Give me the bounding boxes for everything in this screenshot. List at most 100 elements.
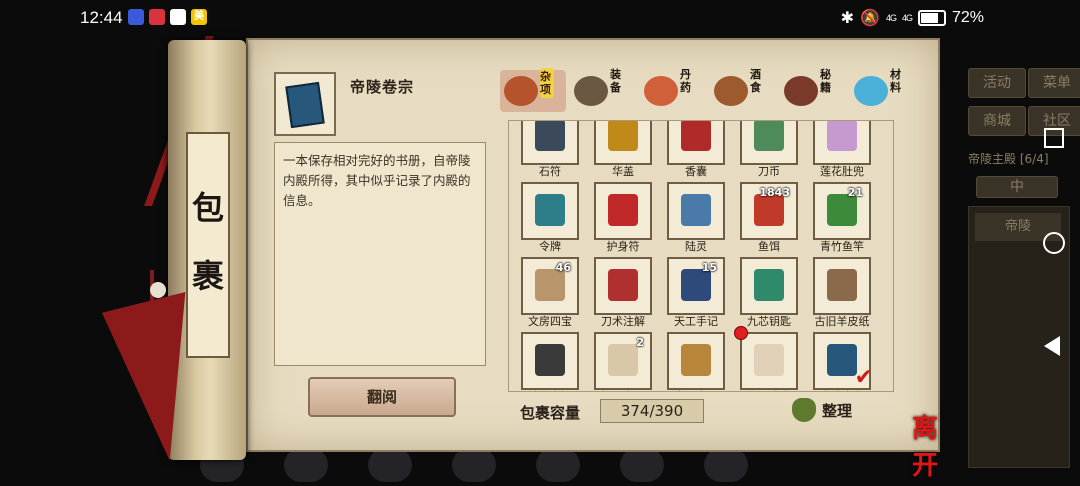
item-name: 古旧羊皮纸 (814, 315, 870, 328)
sort-label: 整理 (822, 402, 853, 420)
system-indicators: ✱ 🔕 4G 4G 72% (841, 8, 984, 28)
item-slot[interactable]: 发霉书页 (667, 332, 725, 391)
bluetooth-icon: ✱ (840, 10, 855, 27)
item-slot-frame: 46 (521, 257, 579, 315)
item-slot[interactable]: 护身符 (594, 182, 652, 253)
bg-menu-icon (620, 448, 664, 482)
pot-icon (504, 76, 538, 106)
item-slot[interactable]: 神秘金泥 (521, 332, 579, 391)
item-count: 21 (847, 186, 863, 199)
tab-wine-jar[interactable]: 酒食 (710, 68, 776, 112)
notification-icons: 美 (128, 9, 207, 25)
blades-icon (681, 194, 711, 226)
item-slot[interactable]: ✔帝陵卷宗 (813, 332, 873, 391)
item-slot[interactable]: 莲花肚兜 (813, 121, 871, 178)
tab-book-stack[interactable]: 秘籍 (780, 68, 846, 112)
item-slot[interactable]: 书页残章 (734, 326, 798, 391)
item-slot[interactable]: 2拓印书页 (594, 332, 652, 391)
item-name: 文房四宝 (528, 315, 572, 328)
selected-item-name: 帝陵卷宗 (350, 78, 415, 96)
item-slot[interactable]: 21 青竹鱼竿 (813, 182, 871, 253)
tab-pill[interactable]: 丹药 (640, 68, 706, 112)
menu-button: 菜单 (1028, 68, 1080, 98)
item-slot-frame (521, 182, 579, 240)
leave-button[interactable]: 离开 (912, 408, 958, 481)
mute-icon: 🔕 (860, 10, 880, 27)
item-slot[interactable]: 华盖 (594, 121, 652, 178)
bg-menu-icon (452, 448, 496, 482)
item-name: 鱼饵 (758, 240, 780, 253)
blade-manual-icon (608, 269, 638, 301)
item-slot-frame (813, 257, 871, 315)
home-button[interactable] (1043, 232, 1065, 254)
item-name: 莲花肚兜 (820, 165, 864, 178)
item-slot-frame (740, 257, 798, 315)
item-slot[interactable]: 46 文房四宝 (521, 257, 579, 328)
item-slot-frame: ✔ (813, 332, 873, 390)
key-icon (754, 269, 784, 301)
item-name: 刀币 (758, 165, 780, 178)
capacity-value: 374/390 (600, 399, 704, 423)
back-button[interactable] (1044, 336, 1060, 356)
item-name: 帝陵卷宗 (805, 388, 879, 391)
recent-apps-button[interactable] (1044, 128, 1064, 148)
activity-button: 活动 (968, 68, 1026, 98)
item-slot[interactable]: 九芯钥匙 (740, 257, 798, 328)
item-name: 书页残章 (732, 388, 806, 391)
selected-item-frame (274, 72, 336, 136)
item-slot-frame (594, 182, 652, 240)
tab-label: 材料 (890, 68, 901, 94)
scroll-title: 包裹 (188, 174, 228, 310)
background-hud: 活动 菜单 商城 社区 帝陵主殿 [6/4] 中 帝陵 (940, 60, 1080, 480)
item-slot[interactable]: 陆灵 (667, 182, 725, 253)
tab-weapon[interactable]: 装备 (570, 68, 636, 112)
item-grid-scroll[interactable]: 石符 华盖 香囊 刀币 莲花肚兜令牌 护身符 陆灵 1843 鱼饵 21 青竹鱼竿 46 文房四宝 刀术注… (508, 120, 894, 392)
read-button[interactable]: 翻阅 (308, 377, 456, 417)
wechat-icon (170, 9, 186, 25)
item-slot[interactable]: 1843 鱼饵 (740, 182, 798, 253)
signal-1-icon: 4G (885, 13, 897, 23)
money-bag-icon (792, 398, 816, 422)
selected-check-icon: ✔ (854, 365, 873, 390)
rubbing-page-icon (608, 344, 638, 376)
item-name: 华盖 (612, 165, 634, 178)
baidu-icon (128, 9, 144, 25)
token-icon (535, 194, 565, 226)
jade-bead (150, 282, 166, 298)
item-slot[interactable]: 古旧羊皮纸 (813, 257, 871, 328)
tab-label: 装备 (610, 68, 621, 94)
item-slot[interactable]: 令牌 (521, 182, 579, 253)
book-stack-icon (784, 76, 818, 106)
item-count: 1843 (759, 186, 790, 199)
clock: 12:44 (80, 8, 123, 27)
item-slot[interactable]: 石符 (521, 121, 579, 178)
capacity-label: 包裹容量 (520, 404, 581, 422)
scroll-title-char: 裹 (191, 257, 224, 295)
tab-label: 丹药 (680, 68, 691, 94)
item-slot[interactable]: 刀币 (740, 121, 798, 178)
status-bar: 12:44 美 ✱ 🔕 4G 4G 72% (0, 0, 1080, 34)
item-name: 神秘金泥 (513, 388, 587, 391)
item-slot-frame: 15 (667, 257, 725, 315)
item-slot-frame (813, 121, 871, 165)
imperial-scroll-icon (827, 344, 857, 376)
bg-menu-icon (368, 448, 412, 482)
canopy-icon (608, 121, 638, 151)
item-slot[interactable]: 香囊 (667, 121, 725, 178)
item-slot[interactable]: 15 天工手记 (667, 257, 725, 328)
amulet-icon (608, 194, 638, 226)
item-slot[interactable]: 刀术注解 (594, 257, 652, 328)
item-slot-frame (667, 182, 725, 240)
item-slot-frame (594, 257, 652, 315)
bg-menu-icon (284, 448, 328, 482)
gold-mud-icon (535, 344, 565, 376)
tab-pot[interactable]: 杂项 (500, 68, 566, 112)
item-slot-frame (667, 332, 725, 390)
reader-icon (149, 9, 165, 25)
item-count: 46 (555, 261, 571, 274)
item-name: 刀术注解 (601, 315, 645, 328)
tab-crystal[interactable]: 材料 (850, 68, 916, 112)
sort-button[interactable]: 整理 (792, 396, 862, 424)
item-slot-frame (521, 332, 579, 390)
item-slot-frame: 1843 (740, 182, 798, 240)
